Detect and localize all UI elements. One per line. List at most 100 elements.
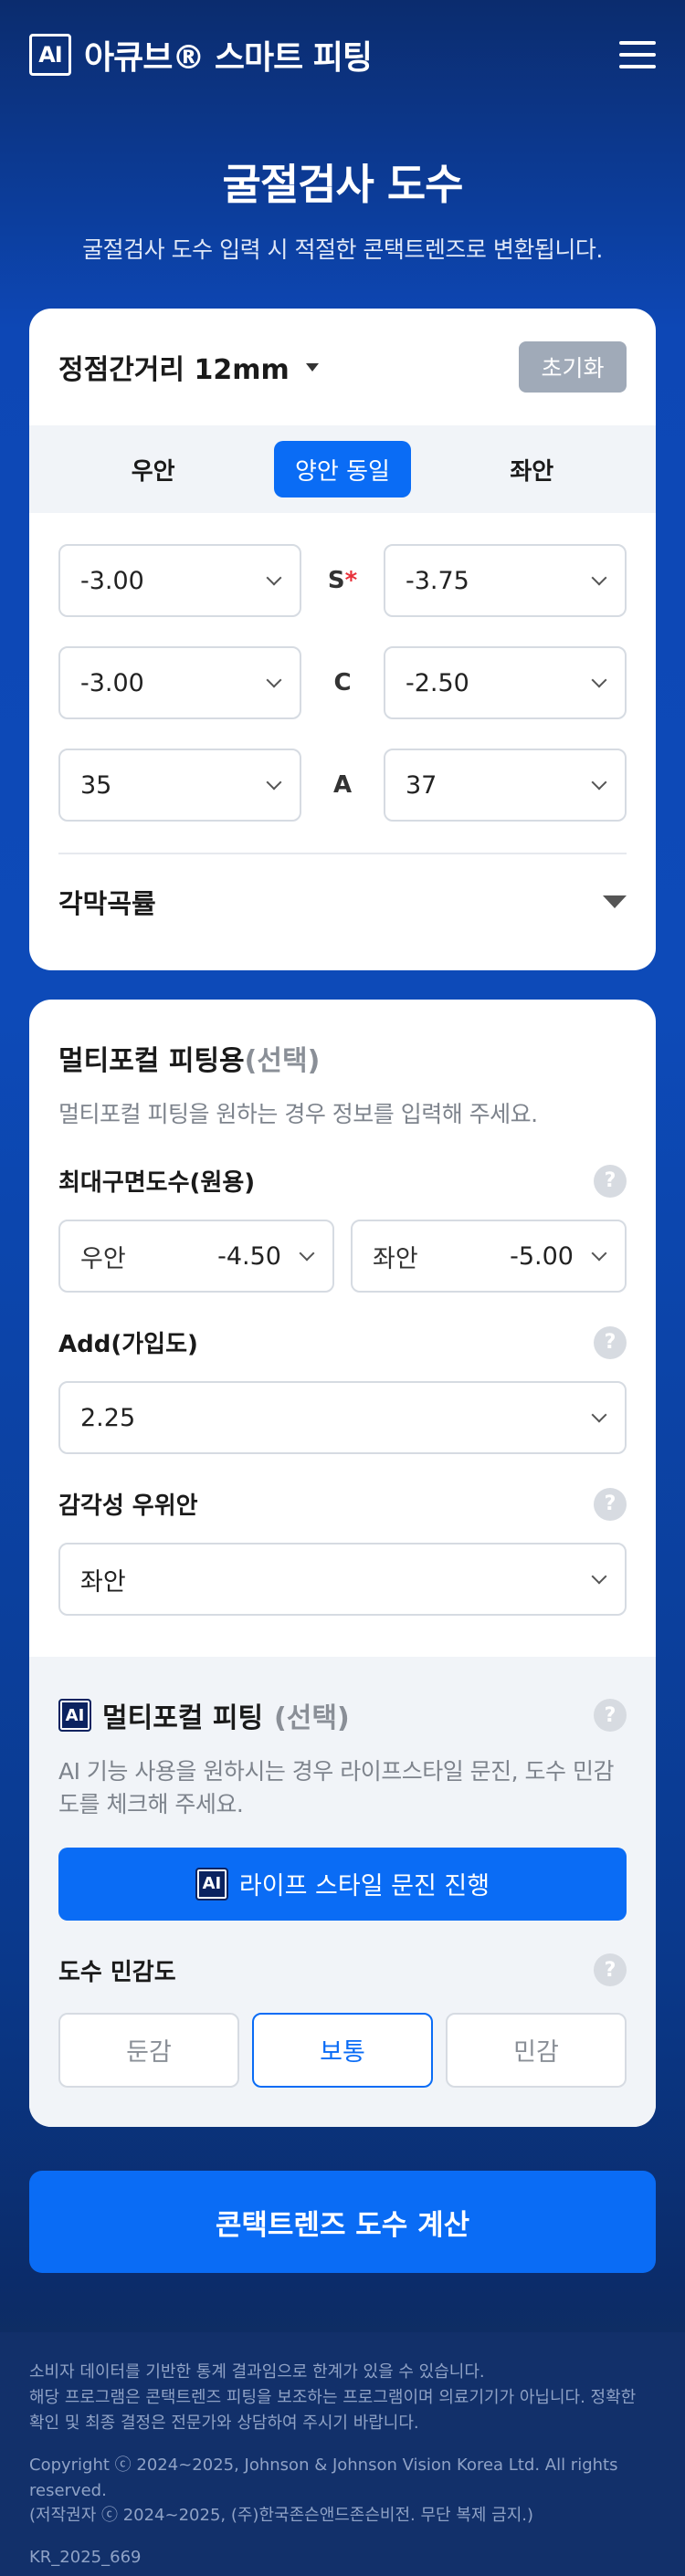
caret-down-icon <box>305 362 319 372</box>
max-plus-right-value: -4.50 <box>217 1241 281 1271</box>
sensitivity-option-normal[interactable]: 보통 <box>252 2012 433 2088</box>
cylinder-row: -3.00 C -2.50 <box>29 646 656 719</box>
axis-row: 35 A 37 <box>29 749 656 822</box>
multifocal-title: 멀티포컬 피팅용(선택) <box>58 1038 627 1078</box>
max-plus-left-select[interactable]: 좌안 -5.00 <box>351 1220 627 1293</box>
calculate-button[interactable]: 콘택트렌즈 도수 계산 <box>29 2171 656 2273</box>
reset-button[interactable]: 초기화 <box>519 341 627 393</box>
chevron-down-icon <box>266 672 282 688</box>
lifestyle-survey-label: 라이프 스타일 문진 진행 <box>238 1872 490 1901</box>
question-icon[interactable]: ? <box>594 1699 627 1732</box>
axis-left-value: 37 <box>406 770 437 800</box>
page-subtitle: 굴절검사 도수 입력 시 적절한 콘택트렌즈로 변환됩니다. <box>82 236 603 263</box>
sphere-left-value: -3.75 <box>406 566 469 595</box>
sphere-left-select[interactable]: -3.75 <box>384 544 627 617</box>
chevron-down-icon <box>266 570 282 586</box>
chevron-down-icon <box>591 1245 607 1262</box>
menu-bar <box>619 53 656 57</box>
refraction-card: 정점간거리 12mm 초기화 우안 양안 동일 좌안 -3.00 S* -3.7… <box>29 309 656 970</box>
footer-copyright: Copyright ⓒ 2024~2025, Johnson & Johnson… <box>29 2455 618 2500</box>
footer: 소비자 데이터를 기반한 통계 결과임으로 한계가 있을 수 있습니다. 해당 … <box>0 2332 685 2576</box>
max-plus-field-label: 최대구면도수(원용) ? <box>58 1164 627 1198</box>
multifocal-title-text: 멀티포컬 피팅용 <box>58 1045 245 1077</box>
chevron-down-icon <box>591 1407 607 1423</box>
sphere-label: S* <box>301 567 384 594</box>
add-value: 2.25 <box>80 1403 136 1432</box>
brand-title: 아큐브® 스마트 피팅 <box>84 39 373 77</box>
sensitivity-options: 둔감 보통 민감 <box>58 2012 627 2088</box>
chevron-down-icon <box>591 672 607 688</box>
required-mark: * <box>344 567 358 594</box>
page: AI 아큐브® 스마트 피팅 굴절검사 도수 굴절검사 도수 입력 시 적절한 … <box>0 0 685 2576</box>
question-icon[interactable]: ? <box>594 1325 627 1359</box>
axis-label: A <box>332 771 353 799</box>
sensitivity-field-label: 도수 민감도 ? <box>58 1953 627 1987</box>
max-plus-left-value: -5.00 <box>510 1241 574 1271</box>
footer-disclaimer-2: 해당 프로그램은 콘택트렌즈 피팅을 보조하는 프로그램이며 의료기기가 아닙니… <box>29 2387 637 2433</box>
ai-logo-icon: AI <box>195 1867 228 1901</box>
tab-right-eye[interactable]: 우안 <box>85 441 222 497</box>
multifocal-card: 멀티포컬 피팅용(선택) 멀티포컬 피팅을 원하는 경우 정보를 입력해 주세요… <box>29 1000 656 2127</box>
hero: 굴절검사 도수 굴절검사 도수 입력 시 적절한 콘택트렌즈로 변환됩니다. <box>0 110 685 265</box>
ai-logo-icon: AI <box>29 34 71 76</box>
sensitivity-label: 도수 민감도 <box>58 1958 176 1986</box>
chevron-down-icon <box>266 774 282 791</box>
cylinder-left-select[interactable]: -2.50 <box>384 646 627 719</box>
dominant-eye-label: 감각성 우위안 <box>58 1492 198 1521</box>
ai-fitting-title: AI 멀티포컬 피팅 (선택) <box>58 1695 350 1735</box>
ai-title-row: AI 멀티포컬 피팅 (선택) ? <box>58 1695 627 1735</box>
tab-both-eyes[interactable]: 양안 동일 <box>273 441 411 497</box>
chevron-down-icon <box>591 774 607 791</box>
brand[interactable]: AI 아큐브® 스마트 피팅 <box>29 31 373 79</box>
axis-right-value: 35 <box>80 770 112 800</box>
sensitivity-option-low[interactable]: 둔감 <box>58 2012 239 2088</box>
sphere-row: -3.00 S* -3.75 <box>29 544 656 617</box>
cylinder-right-value: -3.00 <box>80 668 144 697</box>
vertex-distance-dropdown[interactable]: 정점간거리 12mm <box>58 347 319 387</box>
sensitivity-option-high[interactable]: 민감 <box>446 2012 627 2088</box>
footer-code: KR_2025_669 <box>29 2548 142 2568</box>
axis-right-select[interactable]: 35 <box>58 749 301 822</box>
lifestyle-survey-button[interactable]: AI 라이프 스타일 문진 진행 <box>58 1847 627 1921</box>
question-icon[interactable]: ? <box>594 1487 627 1521</box>
keratometry-toggle[interactable]: 각막곡률 <box>29 854 656 949</box>
multifocal-section: 멀티포컬 피팅용(선택) 멀티포컬 피팅을 원하는 경우 정보를 입력해 주세요… <box>29 1038 656 1617</box>
multifocal-title-optional: (선택) <box>244 1045 321 1077</box>
triangle-down-icon <box>603 895 627 908</box>
max-plus-right-label: 우안 <box>80 1244 126 1273</box>
chevron-down-icon <box>299 1245 315 1262</box>
question-icon[interactable]: ? <box>594 1164 627 1198</box>
ai-fitting-description: AI 기능 사용을 원하시는 경우 라이프스타일 문진, 도수 민감도를 체크해… <box>58 1758 615 1818</box>
max-plus-row: 우안 -4.50 좌안 -5.00 <box>58 1220 627 1293</box>
dominant-eye-select[interactable]: 좌안 <box>58 1543 627 1617</box>
chevron-down-icon <box>591 570 607 586</box>
sphere-right-select[interactable]: -3.00 <box>58 544 301 617</box>
add-select[interactable]: 2.25 <box>58 1381 627 1455</box>
keratometry-label: 각막곡률 <box>58 888 156 919</box>
hamburger-menu-icon[interactable] <box>619 41 656 68</box>
ai-fitting-title-optional: (선택) <box>274 1702 350 1734</box>
dominant-eye-field-label: 감각성 우위안 ? <box>58 1487 627 1521</box>
cylinder-label: C <box>333 669 352 696</box>
footer-disclaimer-1: 소비자 데이터를 기반한 통계 결과임으로 한계가 있을 수 있습니다. <box>29 2362 485 2382</box>
footer-copyright-kr: (저작권자 ⓒ 2024~2025, (주)한국존슨앤드존슨비전. 무단 복제 … <box>29 2506 534 2526</box>
app-header: AI 아큐브® 스마트 피팅 <box>0 0 685 110</box>
page-title: 굴절검사 도수 <box>222 160 464 209</box>
sphere-right-value: -3.00 <box>80 566 144 595</box>
tab-left-eye[interactable]: 좌안 <box>463 441 600 497</box>
cylinder-left-value: -2.50 <box>406 668 469 697</box>
ai-fitting-title-text: 멀티포컬 피팅 <box>102 1702 264 1734</box>
max-plus-label: 최대구면도수(원용) <box>58 1169 256 1198</box>
multifocal-description: 멀티포컬 피팅을 원하는 경우 정보를 입력해 주세요. <box>58 1101 538 1127</box>
menu-bar <box>619 41 656 45</box>
add-field-label: Add(가입도) ? <box>58 1325 627 1359</box>
vertex-distance-label: 정점간거리 12mm <box>58 354 290 386</box>
axis-left-select[interactable]: 37 <box>384 749 627 822</box>
max-plus-right-select[interactable]: 우안 -4.50 <box>58 1220 334 1293</box>
cylinder-right-select[interactable]: -3.00 <box>58 646 301 719</box>
ai-logo-icon: AI <box>58 1699 91 1732</box>
sphere-label-text: S <box>327 567 345 594</box>
eye-tabs: 우안 양안 동일 좌안 <box>29 425 656 513</box>
menu-bar <box>619 65 656 68</box>
question-icon[interactable]: ? <box>594 1953 627 1986</box>
